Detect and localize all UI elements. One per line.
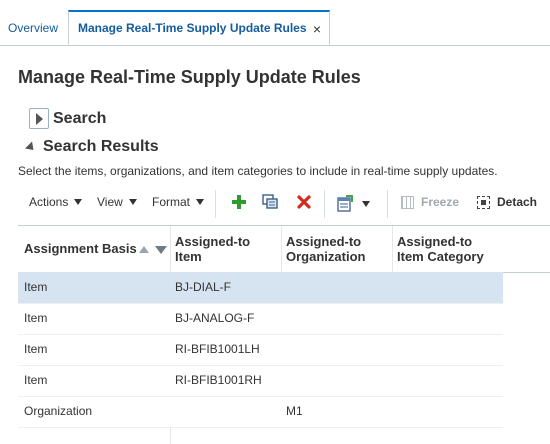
column-divider <box>281 226 282 272</box>
view-menu[interactable]: View <box>97 195 137 209</box>
cell-assigned-item: RI-BFIB1001LH <box>175 342 260 356</box>
table-row[interactable]: Item RI-BFIB1001LH <box>18 334 503 365</box>
column-header-assignment-basis[interactable]: Assignment Basis <box>24 241 167 256</box>
edit-icon[interactable] <box>261 194 281 214</box>
cell-assigned-item: BJ-ANALOG-F <box>175 311 255 325</box>
add-icon[interactable] <box>229 194 249 214</box>
table-row[interactable]: Organization M1 <box>18 396 503 427</box>
collapse-triangle-icon[interactable] <box>24 141 38 154</box>
table-header: Assignment Basis Assigned-to Item Assign… <box>18 225 550 273</box>
cell-assigned-organization: M1 <box>286 404 303 418</box>
column-header-assigned-item[interactable]: Assigned-to Item <box>175 234 250 264</box>
column-divider <box>392 226 393 272</box>
freeze-icon <box>401 195 414 209</box>
toolbar-divider <box>215 190 216 218</box>
format-menu[interactable]: Format <box>152 195 205 209</box>
cell-assignment-basis: Item <box>24 280 48 294</box>
tab-overview[interactable]: Overview <box>0 12 66 45</box>
delete-icon[interactable] <box>294 194 314 214</box>
detach-button[interactable]: Detach <box>477 195 537 209</box>
caret-down-icon <box>196 199 205 205</box>
column-divider <box>170 226 171 272</box>
toolbar-divider <box>387 190 388 218</box>
format-menu-label: Format <box>152 195 191 209</box>
cell-assignment-basis: Item <box>24 311 48 325</box>
tab-manage-rules[interactable]: Manage Real-Time Supply Update Rules × <box>68 10 330 45</box>
detach-icon <box>477 195 490 209</box>
table-row[interactable]: Item RI-BFIB1001RH <box>18 365 503 396</box>
freeze-label: Freeze <box>421 195 460 209</box>
row-divider <box>18 427 503 428</box>
caret-down-icon <box>74 199 83 205</box>
close-icon[interactable]: × <box>313 12 321 46</box>
sort-ascending-icon[interactable] <box>138 246 149 254</box>
tab-label: Manage Real-Time Supply Update Rules <box>78 21 307 35</box>
search-section-label[interactable]: Search <box>53 110 106 128</box>
cell-assigned-item: BJ-DIAL-F <box>175 280 232 294</box>
chevron-right-icon <box>36 113 43 125</box>
sort-descending-icon[interactable] <box>154 245 167 254</box>
toolbar-divider <box>324 190 325 218</box>
caret-down-icon <box>362 200 371 207</box>
table-row[interactable]: Item BJ-DIAL-F <box>18 272 503 303</box>
column-header-assigned-organization[interactable]: Assigned-to Organization <box>286 234 365 264</box>
tab-bar: Overview Manage Real-Time Supply Update … <box>0 0 550 46</box>
search-results-heading[interactable]: Search Results <box>43 138 159 156</box>
expand-search-button[interactable] <box>29 108 49 129</box>
column-divider <box>170 427 171 444</box>
page-title: Manage Real-Time Supply Update Rules <box>18 67 361 87</box>
actions-menu[interactable]: Actions <box>29 195 83 209</box>
results-toolbar: Actions View Format Freeze Detach <box>18 186 550 222</box>
view-menu-label: View <box>97 195 123 209</box>
caret-down-icon <box>128 199 137 205</box>
table-row[interactable]: Item BJ-ANALOG-F <box>18 303 503 334</box>
cell-assignment-basis: Item <box>24 373 48 387</box>
instructions-text: Select the items, organizations, and ite… <box>18 164 498 178</box>
actions-menu-label: Actions <box>29 195 69 209</box>
freeze-button[interactable]: Freeze <box>401 195 459 209</box>
column-header-assigned-item-category[interactable]: Assigned-to Item Category <box>397 234 484 264</box>
cell-assignment-basis: Item <box>24 342 48 356</box>
detach-label: Detach <box>497 195 538 209</box>
cell-assignment-basis: Organization <box>24 404 93 418</box>
export-icon[interactable] <box>336 194 374 214</box>
cell-assigned-item: RI-BFIB1001RH <box>175 373 262 387</box>
